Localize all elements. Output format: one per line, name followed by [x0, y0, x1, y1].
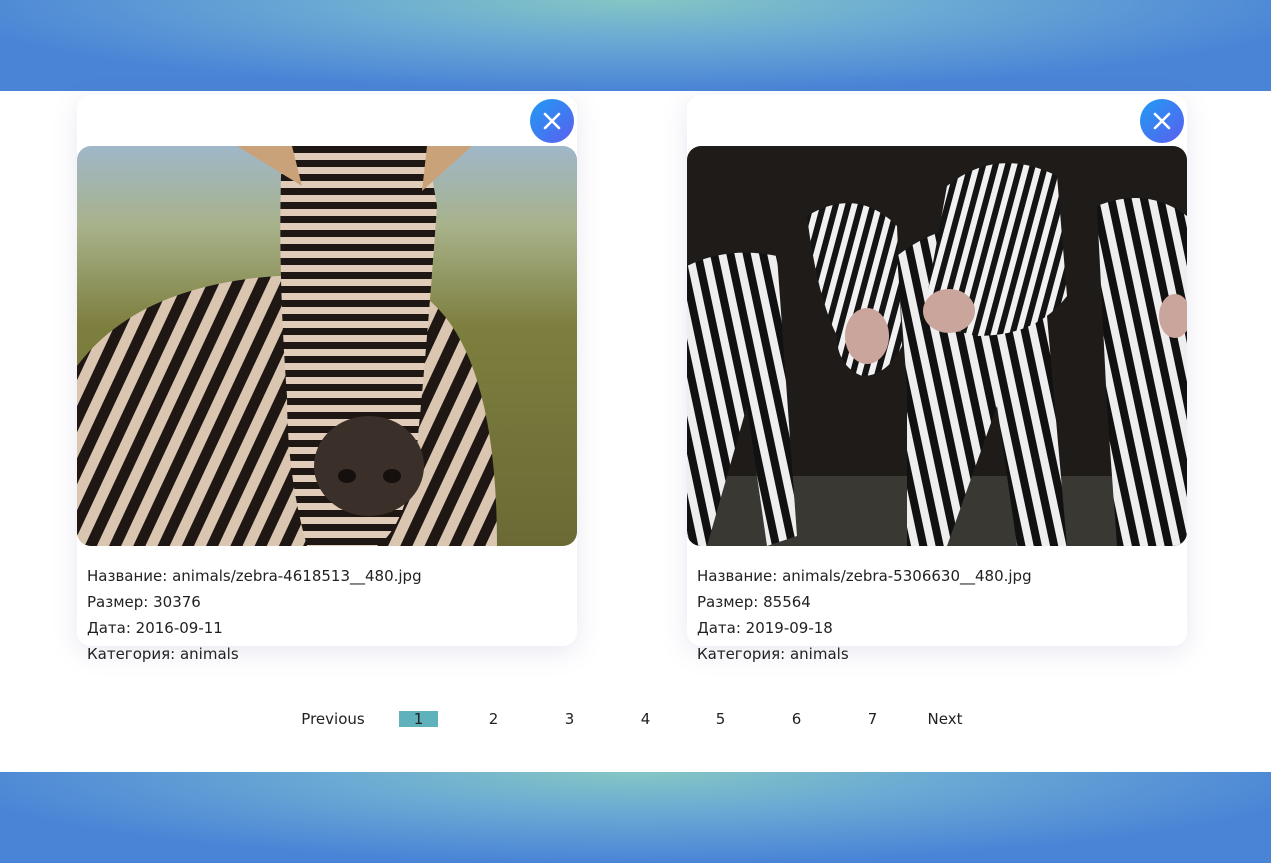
image-category: Категория: animals — [697, 645, 849, 663]
image-size: Размер: 85564 — [697, 593, 811, 611]
close-icon — [543, 112, 561, 130]
previous-page-link[interactable]: Previous — [298, 708, 368, 730]
zebra-herd-photo — [687, 146, 1187, 546]
image-date: Дата: 2019-09-18 — [697, 619, 833, 637]
image-name: Название: animals/zebra-4618513__480.jpg — [87, 567, 422, 585]
zebra-closeup-photo — [77, 146, 577, 546]
image-size: Размер: 30376 — [87, 593, 201, 611]
page-link-6[interactable]: 6 — [777, 708, 816, 730]
image-date: Дата: 2016-09-11 — [87, 619, 223, 637]
close-icon — [1153, 112, 1171, 130]
page-link-7[interactable]: 7 — [853, 708, 892, 730]
header-gradient-band — [0, 0, 1271, 91]
delete-button[interactable] — [530, 99, 574, 143]
image-card: Название: animals/zebra-4618513__480.jpg… — [77, 95, 577, 663]
image-info: Название: animals/zebra-5306630__480.jpg… — [697, 563, 1032, 667]
image-info: Название: animals/zebra-4618513__480.jpg… — [87, 563, 422, 667]
page-link-5[interactable]: 5 — [701, 708, 740, 730]
image-name: Название: animals/zebra-5306630__480.jpg — [697, 567, 1032, 585]
pagination: Previous 1 2 3 4 5 6 7 Next — [0, 708, 1271, 732]
footer-gradient-band — [0, 772, 1271, 863]
image-category: Категория: animals — [87, 645, 239, 663]
delete-button[interactable] — [1140, 99, 1184, 143]
page-link-3[interactable]: 3 — [550, 708, 589, 730]
page-link-4[interactable]: 4 — [626, 708, 665, 730]
page-link-2[interactable]: 2 — [474, 708, 513, 730]
page-link-1[interactable]: 1 — [399, 711, 438, 727]
image-card: Название: animals/zebra-5306630__480.jpg… — [687, 95, 1187, 663]
next-page-link[interactable]: Next — [922, 708, 968, 730]
